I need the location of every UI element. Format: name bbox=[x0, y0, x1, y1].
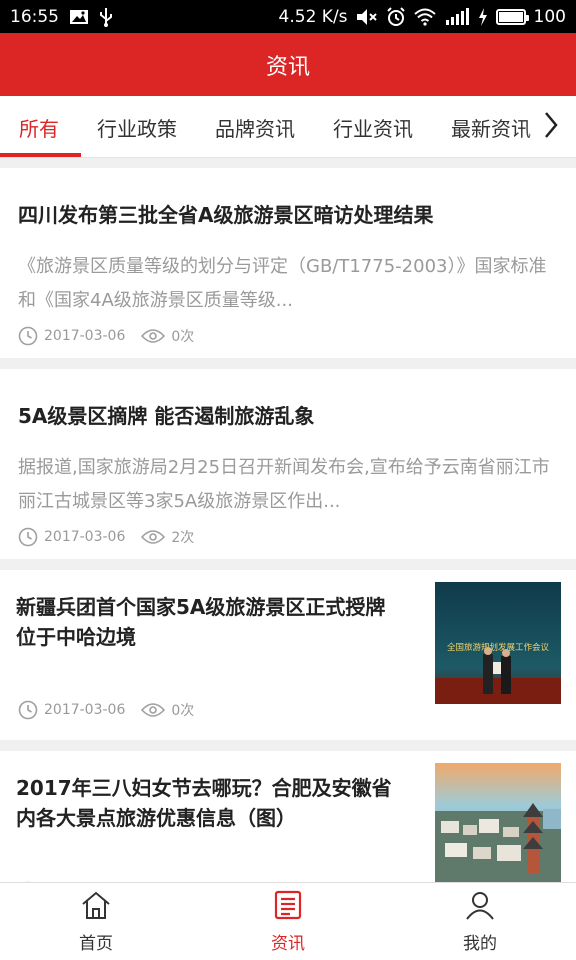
tabs-scroll-right-button[interactable] bbox=[526, 96, 576, 157]
bottom-nav: 首页 资讯 我的 bbox=[0, 882, 576, 960]
mute-icon bbox=[356, 8, 378, 26]
status-time: 16:55 bbox=[10, 6, 59, 27]
article-meta: 2017-03-06 2次 bbox=[18, 527, 194, 547]
article-date: 2017-03-06 bbox=[44, 529, 126, 545]
article-card[interactable]: 四川发布第三批全省A级旅游景区暗访处理结果 《旅游景区质量等级的划分与评定（GB… bbox=[0, 168, 576, 358]
tab-industry-policy[interactable]: 行业政策 bbox=[78, 96, 196, 157]
article-title: 5A级景区摘牌 能否遏制旅游乱象 bbox=[18, 404, 315, 428]
article-views: 0次 bbox=[171, 703, 195, 719]
alarm-icon bbox=[386, 6, 406, 27]
article-thumbnail bbox=[435, 763, 561, 882]
article-summary: 《旅游景区质量等级的划分与评定（GB/T1775-2003）》国家标准和《国家4… bbox=[18, 256, 547, 311]
page-header: 资讯 bbox=[0, 33, 576, 96]
chevron-right-icon bbox=[543, 111, 559, 143]
image-notification-icon bbox=[69, 9, 89, 25]
nav-home-label: 首页 bbox=[79, 933, 113, 954]
article-card[interactable]: 5A级景区摘牌 能否遏制旅游乱象 据报道,国家旅游局2月25日召开新闻发布会,宣… bbox=[0, 369, 576, 559]
article-thumbnail: 全国旅游规划发展工作会议 bbox=[435, 582, 561, 704]
article-views: 0次 bbox=[171, 329, 195, 345]
clock-icon bbox=[18, 326, 38, 346]
signal-icon bbox=[444, 7, 470, 26]
status-bar: 16:55 4.52 K/s 100 bbox=[0, 0, 576, 33]
article-date: 2017-03-06 bbox=[44, 328, 126, 344]
article-date: 2017-03-06 bbox=[44, 702, 126, 718]
tab-industry-news[interactable]: 行业资讯 bbox=[314, 96, 432, 157]
charging-icon bbox=[478, 7, 488, 26]
news-icon bbox=[273, 890, 303, 925]
clock-icon bbox=[18, 700, 38, 720]
user-icon bbox=[465, 890, 495, 925]
page-title: 资讯 bbox=[265, 54, 310, 80]
article-card[interactable]: 2017年三八妇女节去哪玩？合肥及安徽省内各大景点旅游优惠信息（图） 2017-… bbox=[0, 751, 576, 882]
thumbnail-caption: 全国旅游规划发展工作会议 bbox=[447, 642, 550, 653]
article-summary: 据报道,国家旅游局2月25日召开新闻发布会,宣布给予云南省丽江市丽江古城景区等3… bbox=[18, 457, 550, 512]
article-card[interactable]: 新疆兵团首个国家5A级旅游景区正式授牌 位于中哈边境 2017-03-06 0次 bbox=[0, 570, 576, 740]
network-speed: 4.52 K/s bbox=[278, 6, 348, 27]
eye-icon bbox=[141, 702, 166, 718]
wifi-icon bbox=[413, 8, 436, 26]
article-meta: 2017-03-06 0次 bbox=[18, 326, 194, 346]
article-title: 2017年三八妇女节去哪玩？合肥及安徽省内各大景点旅游优惠信息（图） bbox=[16, 776, 392, 830]
battery-icon bbox=[495, 8, 529, 25]
article-list: 四川发布第三批全省A级旅游景区暗访处理结果 《旅游景区质量等级的划分与评定（GB… bbox=[0, 168, 576, 882]
article-title: 新疆兵团首个国家5A级旅游景区正式授牌 位于中哈边境 bbox=[16, 595, 386, 649]
category-tabs: 所有 行业政策 品牌资讯 行业资讯 最新资讯 bbox=[0, 96, 576, 158]
eye-icon bbox=[141, 328, 166, 344]
tab-all[interactable]: 所有 bbox=[0, 96, 81, 157]
nav-news[interactable]: 资讯 bbox=[192, 883, 384, 960]
clock-icon bbox=[18, 527, 38, 547]
nav-mine-label: 我的 bbox=[463, 933, 497, 954]
tab-brand-news[interactable]: 品牌资讯 bbox=[196, 96, 314, 157]
article-title: 四川发布第三批全省A级旅游景区暗访处理结果 bbox=[18, 203, 434, 227]
article-meta: 2017-03-06 0次 bbox=[18, 700, 194, 720]
nav-mine[interactable]: 我的 bbox=[384, 883, 576, 960]
usb-icon bbox=[99, 7, 113, 27]
battery-percent: 100 bbox=[533, 6, 566, 27]
eye-icon bbox=[141, 529, 166, 545]
article-views: 2次 bbox=[171, 530, 195, 546]
nav-news-label: 资讯 bbox=[271, 933, 305, 954]
nav-home[interactable]: 首页 bbox=[0, 883, 192, 960]
battery-fill bbox=[498, 11, 523, 22]
home-icon bbox=[80, 890, 112, 925]
